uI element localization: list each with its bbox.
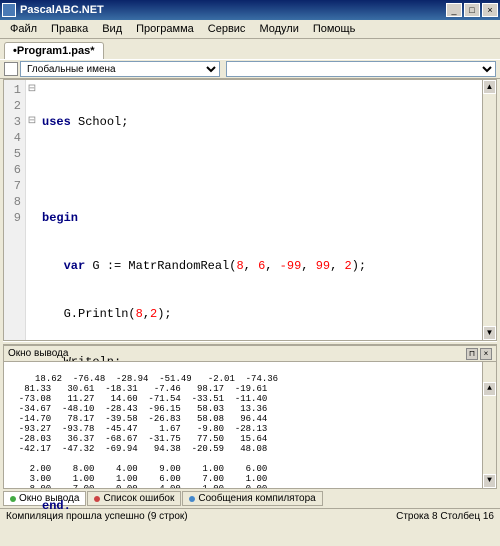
code-area[interactable]: uses School; begin var G := MatrRandomRe… <box>38 80 496 340</box>
title-bar: PascalABC.NET _ □ × <box>0 0 500 20</box>
members-combo[interactable] <box>226 61 496 77</box>
menu-help[interactable]: Помощь <box>307 21 362 37</box>
scroll-up-icon[interactable]: ▲ <box>483 80 496 94</box>
fold-icon[interactable]: ⊟ <box>26 82 38 98</box>
scroll-down-icon[interactable]: ▼ <box>483 474 496 488</box>
output-scrollbar[interactable]: ▲ ▼ <box>482 362 496 488</box>
menu-edit[interactable]: Правка <box>45 21 94 37</box>
tab-program1[interactable]: •Program1.pas* <box>4 42 104 59</box>
editor-scrollbar[interactable]: ▲ ▼ <box>482 80 496 340</box>
menu-file[interactable]: Файл <box>4 21 43 37</box>
code-editor[interactable]: 123 456 789 ⊟ ⊟ uses School; begin var G… <box>3 79 497 341</box>
tab-label: •Program1.pas* <box>13 45 95 57</box>
output-panel[interactable]: 18.62 -76.48 -28.94 -51.49 -2.01 -74.36 … <box>3 361 497 489</box>
nav-icon[interactable] <box>4 62 18 76</box>
fold-icon[interactable]: ⊟ <box>26 114 38 130</box>
menu-view[interactable]: Вид <box>96 21 128 37</box>
output-text: 18.62 -76.48 -28.94 -51.49 -2.01 -74.36 … <box>8 374 278 489</box>
menu-modules[interactable]: Модули <box>253 21 304 37</box>
menu-program[interactable]: Программа <box>130 21 200 37</box>
window-title: PascalABC.NET <box>20 4 444 16</box>
fold-gutter: ⊟ ⊟ <box>26 80 38 340</box>
app-icon <box>2 3 16 17</box>
scroll-up-icon[interactable]: ▲ <box>483 382 496 396</box>
document-tab-bar: •Program1.pas* <box>0 39 500 59</box>
scroll-down-icon[interactable]: ▼ <box>483 326 496 340</box>
line-gutter: 123 456 789 <box>4 80 26 340</box>
close-button[interactable]: × <box>482 3 498 17</box>
menu-service[interactable]: Сервис <box>202 21 252 37</box>
globals-combo[interactable]: Глобальные имена <box>20 61 220 77</box>
dot-icon <box>10 496 16 502</box>
maximize-button[interactable]: □ <box>464 3 480 17</box>
minimize-button[interactable]: _ <box>446 3 462 17</box>
navigator-bar: Глобальные имена <box>0 59 500 79</box>
menu-bar: Файл Правка Вид Программа Сервис Модули … <box>0 20 500 39</box>
